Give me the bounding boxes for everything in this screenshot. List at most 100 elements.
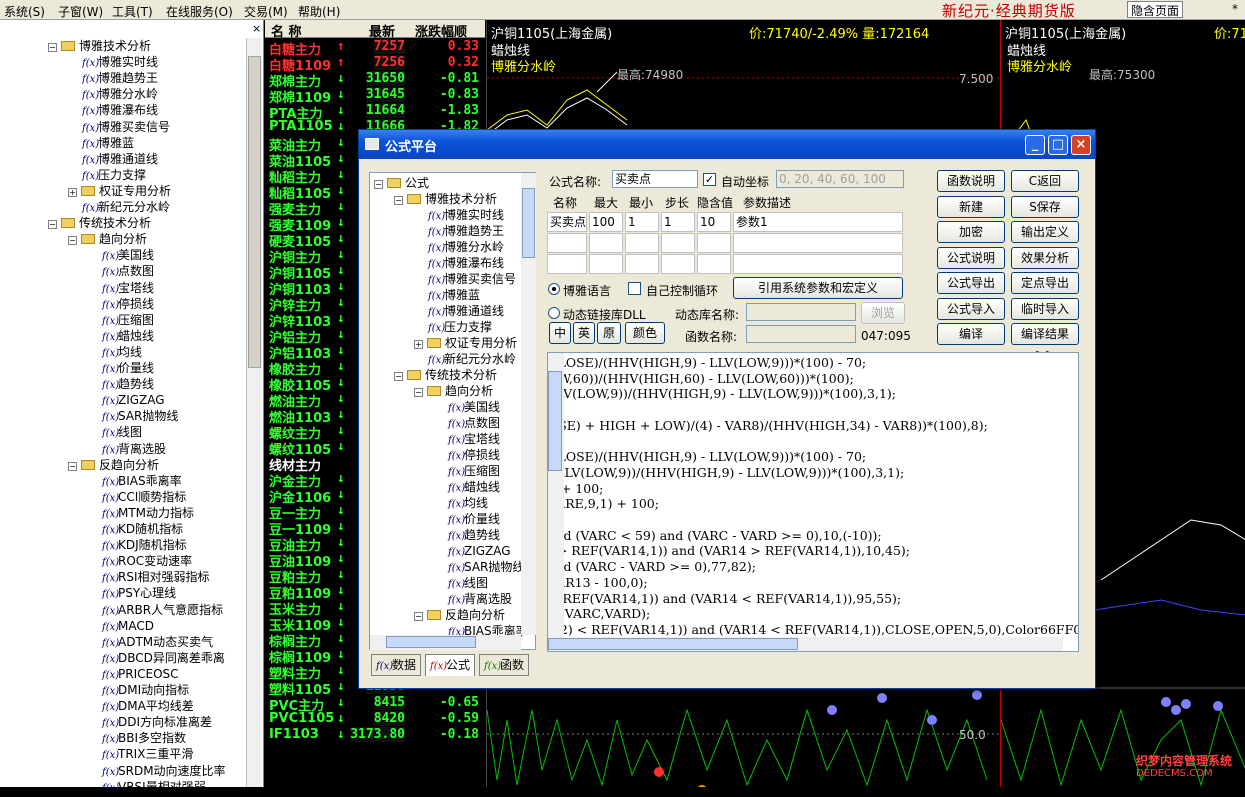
dt-node[interactable]: f(x)趋势线 (434, 527, 500, 543)
code-hthumb[interactable] (548, 638, 798, 650)
col-change[interactable]: 涨跌幅顺 (415, 21, 467, 40)
param-cell[interactable] (589, 254, 623, 274)
quote-row[interactable]: PTA主力 ↓ 11664 -1.83 (265, 103, 485, 122)
lt-node[interactable]: f(x)SAR抛物线 (88, 408, 178, 424)
dt-node[interactable]: − 传统技术分析 (394, 367, 497, 383)
dialog-title-bar[interactable]: 公式平台 _ □ × (359, 130, 1095, 159)
lt-node[interactable]: f(x)博雅通道线 (68, 151, 158, 167)
dt-node[interactable]: f(x)点数图 (434, 415, 500, 431)
dt-node[interactable]: f(x)博雅瀑布线 (414, 255, 504, 271)
color-button[interactable]: 颜色 (625, 322, 665, 344)
dt-node[interactable]: − 趋向分析 (414, 383, 493, 399)
tree-scrollbar[interactable] (246, 38, 262, 787)
expand-toggle-icon[interactable]: − (48, 43, 57, 52)
lt-node[interactable]: f(x)价量线 (88, 360, 154, 376)
lt-node[interactable]: f(x)博雅趋势王 (68, 70, 158, 86)
lt-node[interactable]: f(x)KDJ随机指标 (88, 537, 187, 553)
dialog-tree-vthumb[interactable] (522, 188, 535, 258)
expand-toggle-icon[interactable]: − (414, 612, 423, 621)
lt-node[interactable]: f(x)PRICEOSC (88, 666, 179, 682)
dt-node[interactable]: f(x)SAR抛物线 (434, 559, 524, 575)
lt-node[interactable]: f(x)均线 (88, 344, 142, 360)
dialog-tree-hthumb[interactable] (386, 636, 476, 648)
formula-name-input[interactable]: 买卖点 (612, 170, 698, 188)
code-hscroll[interactable] (548, 637, 1063, 651)
param-cell[interactable]: 10 (697, 212, 731, 232)
lt-node[interactable]: f(x)DMI动向指标 (88, 682, 189, 698)
dt-node[interactable]: − 反趋向分析 (414, 607, 505, 623)
param-cell[interactable]: 买卖点 (547, 212, 587, 232)
lt-node[interactable]: f(x)博雅蓝 (68, 135, 134, 151)
lt-node[interactable]: f(x)博雅瀑布线 (68, 102, 158, 118)
dt-node[interactable]: f(x)ZIGZAG (434, 543, 511, 559)
dt-node[interactable]: f(x)线图 (434, 575, 488, 591)
lt-node[interactable]: f(x)背离选股 (88, 441, 166, 457)
param-cell[interactable] (625, 233, 659, 253)
browse-button[interactable]: 浏览 (861, 302, 905, 324)
dt-node[interactable]: f(x)均线 (434, 495, 488, 511)
minimize-button[interactable]: _ (1025, 135, 1045, 155)
dt-node[interactable]: f(x)价量线 (434, 511, 500, 527)
quote-row[interactable]: PVC1105 ↓ 8420 -0.59 (265, 711, 485, 727)
hide-page-button[interactable]: 隐含页面 (1127, 1, 1184, 18)
lt-node[interactable]: f(x)CCI顺势指标 (88, 489, 186, 505)
quote-row[interactable]: 白糖1109 ↑ 7256 0.32 (265, 55, 485, 74)
lt-node[interactable]: f(x)MACD (88, 618, 154, 634)
lt-node[interactable]: − 趋向分析 (68, 231, 147, 247)
lang-english-button[interactable]: 英 (573, 322, 595, 344)
dt-node[interactable]: + 权证专用分析 (414, 335, 517, 351)
dt-node[interactable]: f(x)背离选股 (434, 591, 512, 607)
param-cell[interactable] (697, 254, 731, 274)
expand-toggle-icon[interactable]: + (68, 187, 77, 197)
ref-params-button[interactable]: 引用系统参数和宏定义 (733, 277, 903, 299)
expand-toggle-icon[interactable]: − (394, 196, 403, 205)
dt-node[interactable]: f(x)压缩图 (434, 463, 500, 479)
close-button[interactable]: × (1071, 135, 1091, 155)
col-name[interactable]: 名 称 (271, 21, 302, 40)
lt-node[interactable]: f(x)新纪元分水岭 (68, 199, 170, 215)
dt-node[interactable]: f(x)压力支撑 (414, 319, 492, 335)
action-button[interactable]: 效果分析 (1011, 246, 1079, 269)
self-loop-checkbox[interactable] (628, 282, 641, 295)
param-cell[interactable] (661, 233, 695, 253)
lt-node[interactable]: f(x)线图 (88, 424, 142, 440)
dt-node[interactable]: f(x)宝塔线 (434, 431, 500, 447)
lt-node[interactable]: f(x)蜡烛线 (88, 328, 154, 344)
lt-node[interactable]: f(x)KD随机指标 (88, 521, 183, 537)
action-button[interactable]: 公式说明 (937, 246, 1005, 269)
param-cell[interactable]: 1 (625, 212, 659, 232)
lt-node[interactable]: f(x)美国线 (88, 247, 154, 263)
action-button[interactable]: C返回 (1011, 170, 1079, 192)
code-vthumb[interactable] (548, 371, 562, 471)
code-vscroll[interactable] (548, 353, 564, 637)
dt-node[interactable]: − 公式 (374, 175, 429, 191)
dt-node[interactable]: f(x)博雅蓝 (414, 287, 480, 303)
dt-node[interactable]: f(x)博雅分水岭 (414, 239, 504, 255)
col-last[interactable]: 最新 (369, 21, 395, 40)
param-cell[interactable] (547, 254, 587, 274)
lt-node[interactable]: f(x)MTM动力指标 (88, 505, 194, 521)
dt-node[interactable]: f(x)蜡烛线 (434, 479, 500, 495)
quote-row[interactable]: PVC主力 ↓ 8415 -0.65 (265, 695, 485, 714)
param-cell[interactable] (697, 233, 731, 253)
dialog-tree-vscroll[interactable] (521, 173, 536, 635)
lt-node[interactable]: f(x)停损线 (88, 296, 154, 312)
lang-chinese-button[interactable]: 中 (549, 322, 571, 344)
param-cell[interactable] (547, 233, 587, 253)
dt-node[interactable]: f(x)博雅通道线 (414, 303, 504, 319)
axis-values-input[interactable]: 0, 20, 40, 60, 100 (776, 170, 904, 188)
lt-node[interactable]: f(x)TRIX三重平滑 (88, 746, 193, 762)
menu-trade[interactable]: 交易(M) (244, 3, 288, 20)
tree-scroll-thumb[interactable] (248, 56, 261, 368)
quote-row[interactable]: 白糖主力 ↑ 7257 0.33 (265, 39, 485, 58)
lt-node[interactable]: f(x)博雅买卖信号 (68, 119, 170, 135)
menu-tools[interactable]: 工具(T) (112, 3, 153, 20)
action-button[interactable]: S保存 (1011, 195, 1079, 218)
expand-toggle-icon[interactable]: − (394, 372, 403, 381)
lt-node[interactable]: − 博雅技术分析 (48, 38, 151, 54)
quote-row[interactable]: IF1103 ↓ 3173.80 -0.18 (265, 727, 485, 743)
dialog-tree-hscroll[interactable] (370, 635, 521, 650)
lt-node[interactable]: f(x)趋势线 (88, 376, 154, 392)
lang-radio[interactable] (548, 283, 560, 295)
menu-help[interactable]: 帮助(H) (298, 3, 340, 20)
